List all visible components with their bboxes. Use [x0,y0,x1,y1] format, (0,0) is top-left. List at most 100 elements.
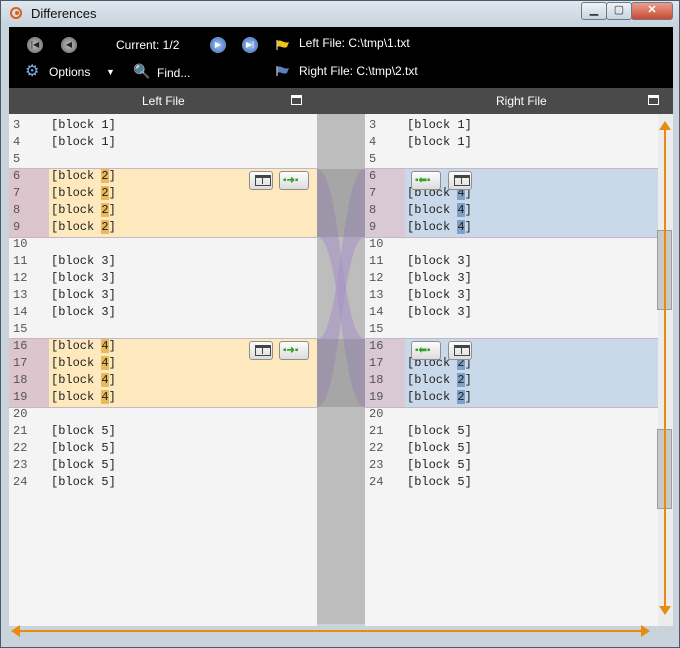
show-merge-panel-button[interactable] [448,341,472,360]
line-text-suffix: ] [464,220,472,234]
line-text: [block 3] [51,288,116,302]
line-number: 14 [369,305,384,319]
code-line: 17 [block 2] [365,355,658,372]
first-diff-icon[interactable]: |◀ [27,37,43,53]
changed-characters: 4 [101,390,109,404]
right-file-label: Right File: C:\tmp\2.txt [299,64,418,78]
line-number: 18 [13,373,28,387]
horizontal-scroll-indicator [15,630,647,632]
maximize-right-pane-icon[interactable] [648,95,659,105]
line-text: [block 2] [407,372,472,389]
changed-characters: 2 [457,373,465,387]
line-number: 4 [13,135,21,149]
search-icon[interactable]: 🔍 [133,63,150,80]
differences-window: Differences ▁ ▢ ✕ |◀ ◀ Current: 1/2 ▶ ▶|… [0,0,680,648]
copy-to-left-button[interactable]: ▪⬅▪ [411,171,441,190]
code-line: 9 [block 2] [9,219,317,236]
code-line: 3 [block 1] [9,117,317,134]
blue-flag-icon [276,65,290,77]
line-number: 15 [13,322,28,336]
line-text-prefix: [block [51,186,102,200]
line-number: 16 [13,339,28,353]
line-number: 10 [13,237,28,251]
line-text-suffix: ] [108,390,116,404]
code-line: 21 [block 5] [365,423,658,440]
toolbar: |◀ ◀ Current: 1/2 ▶ ▶| Left File: C:\tmp… [9,27,673,88]
code-line: 13 [block 3] [365,287,658,304]
line-text-prefix: [block [51,169,102,183]
left-file-pane[interactable]: 3 [block 1] 4 [block 1] 5 6 [block 2] 7 [block 2… [9,114,317,626]
copy-to-right-button[interactable]: ▪➜▪ [279,341,309,360]
options-button[interactable]: Options [49,65,90,79]
copy-left-arrow-icon: ▪⬅▪ [415,345,431,356]
code-line: 24 [block 5] [9,474,317,491]
changed-characters: 2 [101,169,109,183]
line-text-suffix: ] [464,390,472,404]
code-line: 12 [block 3] [9,270,317,287]
line-number: 9 [369,220,377,234]
previous-diff-icon[interactable]: ◀ [61,37,77,53]
window-title: Differences [31,6,97,21]
line-number: 13 [369,288,384,302]
copy-to-right-button[interactable]: ▪➜▪ [279,171,309,190]
code-line: 23 [block 5] [365,457,658,474]
line-number: 19 [369,390,384,404]
line-text-suffix: ] [108,169,116,183]
line-number: 16 [369,339,384,353]
code-line: 19 [block 2] [365,389,658,406]
line-text: [block 5] [51,424,116,438]
line-number: 7 [369,186,377,200]
maximize-left-pane-icon[interactable] [291,95,302,105]
line-number: 23 [369,458,384,472]
find-button[interactable]: Find... [157,66,190,80]
minimize-button[interactable]: ▁ [581,2,607,20]
show-merge-panel-button[interactable] [448,171,472,190]
line-number: 21 [369,424,384,438]
next-diff-icon[interactable]: ▶ [210,37,226,53]
maximize-button[interactable]: ▢ [606,2,632,20]
code-line: 20 [365,406,658,423]
last-diff-icon[interactable]: ▶| [242,37,258,53]
line-number: 24 [13,475,28,489]
line-number: 3 [13,118,21,132]
line-text: [block 4] [51,338,116,355]
line-number: 9 [13,220,21,234]
line-text: [block 4] [51,355,116,372]
copy-right-arrow-icon: ▪➜▪ [283,345,299,356]
line-text: [block 3] [51,254,116,268]
line-text-prefix: [block [407,390,458,404]
title-bar[interactable]: Differences ▁ ▢ ✕ [1,1,679,27]
left-file-label: Left File: C:\tmp\1.txt [299,36,410,50]
show-merge-panel-button[interactable] [249,171,273,190]
line-number: 11 [369,254,384,268]
gear-icon[interactable]: ⚙ [25,63,42,80]
line-text-prefix: [block [51,339,102,353]
line-text: [block 5] [407,424,472,438]
line-text-suffix: ] [108,373,116,387]
line-text: [block 5] [51,441,116,455]
current-diff-label: Current: 1/2 [116,38,180,52]
copy-to-left-button[interactable]: ▪⬅▪ [411,341,441,360]
changed-characters: 2 [101,186,109,200]
right-file-pane[interactable]: 3 [block 1] 4 [block 1] 5 6 7 [block 4] 8 [block … [365,114,658,626]
line-text-suffix: ] [108,203,116,217]
vertical-scroll-indicator [664,125,666,613]
line-text-prefix: [block [407,220,458,234]
close-button[interactable]: ✕ [631,2,673,20]
code-line: 4 [block 1] [365,134,658,151]
line-text-suffix: ] [108,339,116,353]
changed-characters: 4 [457,203,465,217]
line-text: [block 4] [51,372,116,389]
line-number: 18 [369,373,384,387]
line-text: [block 5] [407,475,472,489]
line-text: [block 2] [51,168,116,185]
line-number: 12 [369,271,384,285]
chevron-down-icon[interactable]: ▼ [106,67,115,77]
line-text: [block 3] [51,305,116,319]
line-text-suffix: ] [108,186,116,200]
line-text: [block 2] [51,185,116,202]
line-text: [block 1] [51,118,116,132]
code-line: 23 [block 5] [9,457,317,474]
line-text: [block 2] [51,219,116,236]
show-merge-panel-button[interactable] [249,341,273,360]
